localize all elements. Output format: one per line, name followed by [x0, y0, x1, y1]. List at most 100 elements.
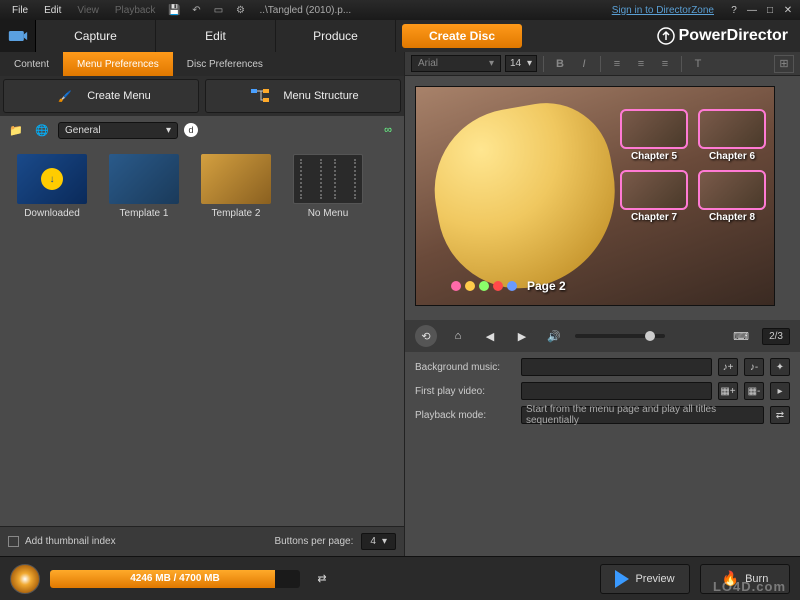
- next-button[interactable]: ▶: [511, 325, 533, 347]
- disc-icon: [10, 564, 40, 594]
- subtab-disc-preferences[interactable]: Disc Preferences: [173, 52, 277, 76]
- save-icon[interactable]: 💾: [165, 3, 183, 17]
- tab-create-disc[interactable]: Create Disc: [402, 24, 522, 48]
- play-icon: [615, 570, 629, 588]
- tab-capture[interactable]: Capture: [36, 20, 156, 52]
- template-item[interactable]: Template 1: [98, 154, 190, 219]
- bottom-bar: 4246 MB / 4700 MB ⇄ Preview 🔥 Burn: [0, 556, 800, 600]
- swap-icon[interactable]: ⇄: [310, 567, 334, 591]
- document-title: ..\Tangled (2010).p...: [259, 5, 351, 16]
- create-menu-button[interactable]: 🖌️ Create Menu: [3, 79, 199, 113]
- help-icon[interactable]: ?: [726, 3, 742, 17]
- template-item[interactable]: Downloaded: [6, 154, 98, 219]
- menu-preview[interactable]: Chapter 5 Chapter 6 Chapter 7 Chapter 8 …: [415, 86, 775, 306]
- share-icon[interactable]: ∞: [378, 120, 398, 140]
- align-center-button[interactable]: ≡: [631, 55, 651, 73]
- bg-music-field[interactable]: [521, 358, 712, 376]
- settings: Background music: ♪+ ♪- ✦ First play vid…: [405, 352, 800, 430]
- titlebar: File Edit View Playback 💾 ↶ ▭ ⚙ ..\Tangl…: [0, 0, 800, 20]
- page-indicator: Page 2: [451, 279, 566, 293]
- flower-icon: [507, 281, 517, 291]
- menu-edit[interactable]: Edit: [36, 5, 69, 16]
- chapter-button[interactable]: Chapter 7: [620, 170, 688, 223]
- font-select[interactable]: Arial▾: [411, 55, 501, 72]
- subtabs: Content Menu Preferences Disc Preference…: [0, 52, 404, 76]
- text-toolbar: Arial▾ 14▾ B I ≡ ≡ ≡ T ⊞: [405, 52, 800, 76]
- burn-button[interactable]: 🔥 Burn: [700, 564, 790, 594]
- volume-slider[interactable]: [575, 334, 665, 338]
- minimize-icon[interactable]: —: [744, 3, 760, 17]
- close-icon[interactable]: ✕: [780, 3, 796, 17]
- settings-icon[interactable]: ⚙: [231, 3, 249, 17]
- maximize-icon[interactable]: □: [762, 3, 778, 17]
- return-button[interactable]: ⟲: [415, 325, 437, 347]
- signin-link[interactable]: Sign in to DirectorZone: [612, 5, 714, 16]
- ratio-icon[interactable]: ▭: [209, 3, 227, 17]
- buttons-per-page-select[interactable]: 4▾: [361, 533, 396, 550]
- structure-icon: [247, 85, 275, 107]
- first-play-field[interactable]: [521, 382, 712, 400]
- brand-label: PowerDirector: [657, 20, 800, 52]
- subtab-content[interactable]: Content: [0, 52, 63, 76]
- template-item[interactable]: Template 2: [190, 154, 282, 219]
- music-settings-icon[interactable]: ✦: [770, 358, 790, 376]
- flower-icon: [451, 281, 461, 291]
- disc-usage-text: 4246 MB / 4700 MB: [50, 570, 300, 588]
- video-play-icon[interactable]: ▸: [770, 382, 790, 400]
- layout-button[interactable]: ⊞: [774, 55, 794, 73]
- flower-icon: [493, 281, 503, 291]
- undo-icon[interactable]: ↶: [187, 3, 205, 17]
- tab-produce[interactable]: Produce: [276, 20, 396, 52]
- playback-mode-label: Playback mode:: [415, 410, 515, 421]
- brush-icon: 🖌️: [51, 85, 79, 107]
- category-select[interactable]: General▾: [58, 122, 178, 139]
- page-counter: 2/3: [762, 328, 790, 345]
- bg-music-label: Background music:: [415, 362, 515, 373]
- prev-button[interactable]: ◀: [479, 325, 501, 347]
- add-thumbnail-checkbox[interactable]: [8, 536, 19, 547]
- globe-icon[interactable]: 🌐: [32, 120, 52, 140]
- menu-structure-button[interactable]: Menu Structure: [205, 79, 401, 113]
- tab-edit[interactable]: Edit: [156, 20, 276, 52]
- playback-mode-button[interactable]: ⇄: [770, 406, 790, 424]
- left-panel: Content Menu Preferences Disc Preference…: [0, 52, 405, 556]
- align-left-button[interactable]: ≡: [607, 55, 627, 73]
- chapter-button[interactable]: Chapter 6: [698, 109, 766, 162]
- menu-file[interactable]: File: [4, 5, 36, 16]
- left-footer: Add thumbnail index Buttons per page: 4▾: [0, 526, 404, 556]
- video-remove-icon[interactable]: ▦-: [744, 382, 764, 400]
- play-controls: ⟲ ⌂ ◀ ▶ 🔊 ⌨ 2/3: [405, 320, 800, 352]
- italic-button[interactable]: I: [574, 55, 594, 73]
- chevron-down-icon: ▾: [382, 536, 387, 547]
- app-icon: [0, 20, 36, 52]
- music-remove-icon[interactable]: ♪-: [744, 358, 764, 376]
- flower-icon: [465, 281, 475, 291]
- right-panel: Arial▾ 14▾ B I ≡ ≡ ≡ T ⊞ Chapter 5: [405, 52, 800, 556]
- playback-mode-field[interactable]: Start from the menu page and play all ti…: [521, 406, 764, 424]
- menu-view[interactable]: View: [69, 5, 107, 16]
- video-add-icon[interactable]: ▦+: [718, 382, 738, 400]
- preview-button[interactable]: Preview: [600, 564, 690, 594]
- music-add-icon[interactable]: ♪+: [718, 358, 738, 376]
- menu-playback[interactable]: Playback: [107, 5, 164, 16]
- disc-usage-bar: 4246 MB / 4700 MB: [50, 570, 300, 588]
- folder-icon[interactable]: 📁: [6, 120, 26, 140]
- home-button[interactable]: ⌂: [447, 325, 469, 347]
- flower-icon: [479, 281, 489, 291]
- keyboard-icon[interactable]: ⌨: [730, 325, 752, 347]
- chapter-button[interactable]: Chapter 8: [698, 170, 766, 223]
- text-style-button[interactable]: T: [688, 55, 708, 73]
- chapter-button[interactable]: Chapter 5: [620, 109, 688, 162]
- template-item[interactable]: No Menu: [282, 154, 374, 219]
- info-icon[interactable]: d: [184, 123, 198, 137]
- add-thumbnail-label: Add thumbnail index: [25, 536, 116, 547]
- bold-button[interactable]: B: [550, 55, 570, 73]
- flame-icon: 🔥: [722, 570, 739, 587]
- first-play-label: First play video:: [415, 386, 515, 397]
- subtab-menu-preferences[interactable]: Menu Preferences: [63, 52, 173, 76]
- align-right-button[interactable]: ≡: [655, 55, 675, 73]
- chevron-down-icon: ▾: [166, 125, 171, 136]
- buttons-per-page-label: Buttons per page:: [274, 536, 353, 547]
- volume-icon[interactable]: 🔊: [543, 325, 565, 347]
- font-size-select[interactable]: 14▾: [505, 55, 537, 72]
